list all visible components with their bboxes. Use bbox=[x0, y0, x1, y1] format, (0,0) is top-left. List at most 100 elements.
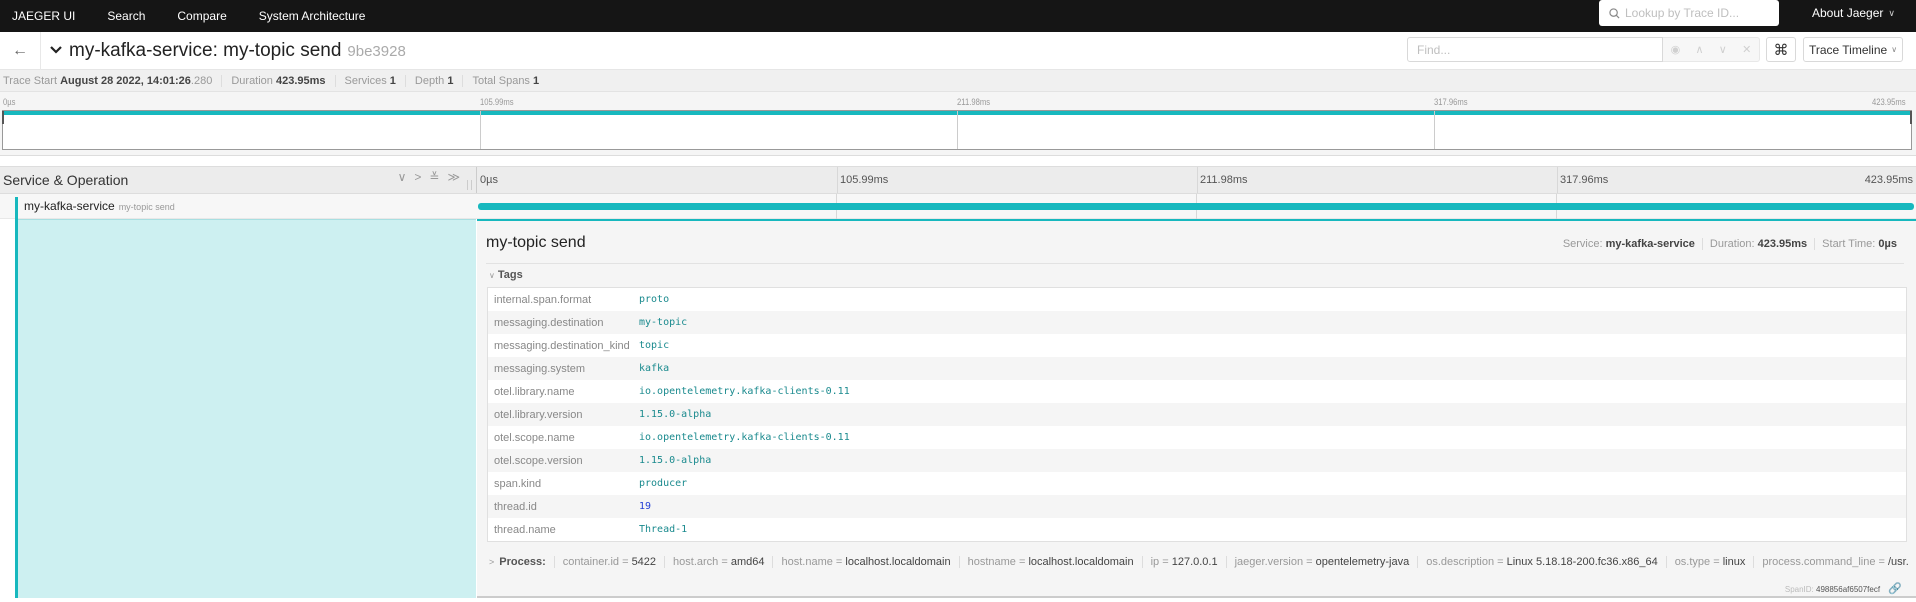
collapse-all-icon[interactable]: ≚ bbox=[429, 170, 439, 184]
process-tag-key: os.description bbox=[1426, 556, 1495, 568]
trace-minimap[interactable]: 0µs 105.99ms 211.98ms 317.96ms 423.95ms bbox=[0, 92, 1916, 156]
tag-value: kafka bbox=[639, 363, 670, 374]
find-group: ◉ ∧ ∨ ✕ bbox=[1407, 37, 1760, 62]
chevron-up-icon[interactable]: ∧ bbox=[1695, 43, 1703, 56]
chevron-right-icon: > bbox=[489, 557, 495, 567]
equals-sign: = bbox=[1159, 556, 1172, 568]
expand-all-icon[interactable]: ≫ bbox=[447, 170, 460, 184]
span-row[interactable]: my-kafka-service my-topic send bbox=[0, 194, 1916, 219]
tag-row[interactable]: otel.library.version 1.15.0-alpha bbox=[488, 403, 1906, 426]
close-icon[interactable]: ✕ bbox=[1742, 43, 1751, 56]
equals-sign: = bbox=[832, 556, 846, 568]
tag-row[interactable]: messaging.destination_kind topic bbox=[488, 334, 1906, 357]
tag-row[interactable]: thread.id 19 bbox=[488, 495, 1906, 518]
minimap-canvas[interactable] bbox=[2, 110, 1912, 150]
process-label: Process: bbox=[499, 556, 546, 568]
trace-title-toggle[interactable]: my-kafka-service: my-topic send 9be3928 bbox=[49, 40, 406, 62]
process-tag: container.id = 5422 bbox=[553, 556, 664, 568]
minimap-gridline bbox=[1434, 111, 1435, 149]
tag-key: thread.id bbox=[494, 500, 537, 513]
command-icon: ⌘ bbox=[1773, 41, 1789, 59]
process-tag-key: os.type bbox=[1674, 556, 1711, 568]
chevron-down-icon: ∨ bbox=[1888, 7, 1895, 18]
process-tag-value: 5422 bbox=[631, 556, 657, 568]
trace-title: my-kafka-service: my-topic send bbox=[69, 39, 342, 61]
timeline-gridline bbox=[1557, 167, 1558, 193]
tag-row[interactable]: internal.span.format proto bbox=[488, 288, 1906, 311]
summary-depth: Depth 1 bbox=[415, 74, 464, 87]
summary-services: Services 1 bbox=[345, 74, 406, 87]
tag-key: otel.scope.name bbox=[494, 431, 575, 444]
process-tag-key: container.id bbox=[562, 556, 620, 568]
expand-one-icon[interactable]: > bbox=[414, 170, 421, 184]
tag-row[interactable]: messaging.system kafka bbox=[488, 357, 1906, 380]
tag-key: messaging.destination bbox=[494, 316, 604, 329]
tag-row[interactable]: messaging.destination my-topic bbox=[488, 311, 1906, 334]
minimap-handle-left[interactable] bbox=[2, 111, 4, 124]
top-nav: JAEGER UI Search Compare System Architec… bbox=[0, 0, 1916, 32]
nav-search[interactable]: Search bbox=[107, 9, 145, 23]
process-tag: ip = 127.0.0.1 bbox=[1141, 556, 1226, 568]
timeline-gridline bbox=[837, 167, 838, 193]
span-detail-title: my-topic send bbox=[486, 234, 586, 251]
about-jaeger-label: About Jaeger bbox=[1812, 6, 1884, 20]
tag-row[interactable]: otel.scope.version 1.15.0-alpha bbox=[488, 449, 1906, 472]
tag-row[interactable]: otel.library.name io.opentelemetry.kafka-… bbox=[488, 380, 1906, 403]
span-name[interactable]: my-kafka-service my-topic send bbox=[24, 199, 175, 213]
process-tag: jaeger.version = opentelemetry-java bbox=[1225, 556, 1418, 568]
tag-value: io.opentelemetry.kafka-clients-0.11 bbox=[639, 432, 850, 443]
process-tag: os.type = linux bbox=[1665, 556, 1754, 568]
tag-row[interactable]: otel.scope.name io.opentelemetry.kafka-cl… bbox=[488, 426, 1906, 449]
keyboard-shortcuts-button[interactable]: ⌘ bbox=[1766, 37, 1796, 62]
span-name-cell[interactable]: my-kafka-service my-topic send bbox=[0, 194, 476, 219]
brand-link[interactable]: JAEGER UI bbox=[12, 9, 75, 23]
tag-value: Thread-1 bbox=[639, 524, 688, 535]
tag-value: 1.15.0-alpha bbox=[639, 409, 712, 420]
span-duration-bar[interactable] bbox=[478, 203, 1914, 210]
tag-row[interactable]: thread.name Thread-1 bbox=[488, 518, 1906, 541]
service-color-rail bbox=[15, 219, 18, 598]
tags-table: internal.span.format proto messaging.desti… bbox=[487, 287, 1907, 542]
tag-key: otel.library.version bbox=[494, 408, 583, 421]
chevron-down-icon[interactable]: ∨ bbox=[1719, 43, 1727, 56]
process-tag-key: jaeger.version bbox=[1234, 556, 1304, 568]
span-bar-cell[interactable] bbox=[476, 194, 1916, 219]
equals-sign: = bbox=[718, 556, 731, 568]
column-resizer[interactable] bbox=[467, 180, 472, 190]
process-tag: host.name = localhost.localdomain bbox=[772, 556, 958, 568]
process-tag-value: localhost.localdomain bbox=[1028, 556, 1134, 568]
timeline-tick: 317.96ms bbox=[1560, 174, 1609, 186]
minimap-handle-right[interactable] bbox=[1910, 111, 1912, 124]
about-jaeger-menu[interactable]: About Jaeger ∨ bbox=[1812, 0, 1895, 26]
eye-icon[interactable]: ◉ bbox=[1671, 43, 1681, 56]
process-tag-value: Linux 5.18.18-200.fc36.x86_64 bbox=[1506, 556, 1658, 568]
tag-key: messaging.destination_kind bbox=[494, 339, 630, 352]
nav-system-architecture[interactable]: System Architecture bbox=[259, 9, 366, 23]
span-detail-panel: my-topic send Service: my-kafka-service … bbox=[477, 219, 1916, 598]
process-tag-value: localhost.localdomain bbox=[845, 556, 951, 568]
trace-id-input[interactable] bbox=[1625, 6, 1765, 20]
process-section[interactable]: > Process: container.id = 5422 host.arch … bbox=[489, 556, 1909, 568]
trace-id: 9be3928 bbox=[347, 42, 406, 60]
equals-sign: = bbox=[1015, 556, 1029, 568]
process-tag: os.description = Linux 5.18.18-200.fc36.… bbox=[1417, 556, 1665, 568]
nav-compare[interactable]: Compare bbox=[177, 9, 226, 23]
minimap-tick: 211.98ms bbox=[957, 97, 991, 107]
search-icon bbox=[1609, 7, 1620, 19]
span-detail-highlight bbox=[18, 219, 476, 598]
find-input[interactable] bbox=[1407, 37, 1663, 62]
timeline-ticks: 0µs 105.99ms 211.98ms 317.96ms 423.95ms bbox=[476, 167, 1916, 193]
summary-duration: Duration 423.95ms bbox=[231, 74, 336, 87]
process-tag-key: host.arch bbox=[673, 556, 719, 568]
process-tag-value: amd64 bbox=[730, 556, 765, 568]
link-icon[interactable]: 🔗 bbox=[1888, 583, 1902, 595]
back-button[interactable]: ← bbox=[0, 31, 41, 70]
process-tag-key: ip bbox=[1150, 556, 1160, 568]
tags-toggle[interactable]: ∨ Tags bbox=[489, 269, 523, 281]
tag-row[interactable]: span.kind producer bbox=[488, 472, 1906, 495]
collapse-one-icon[interactable]: ∨ bbox=[398, 170, 407, 184]
chevron-down-icon: ∨ bbox=[489, 271, 495, 280]
equals-sign: = bbox=[619, 556, 632, 568]
view-selector[interactable]: Trace Timeline ∨ bbox=[1803, 37, 1903, 62]
equals-sign: = bbox=[1494, 556, 1507, 568]
